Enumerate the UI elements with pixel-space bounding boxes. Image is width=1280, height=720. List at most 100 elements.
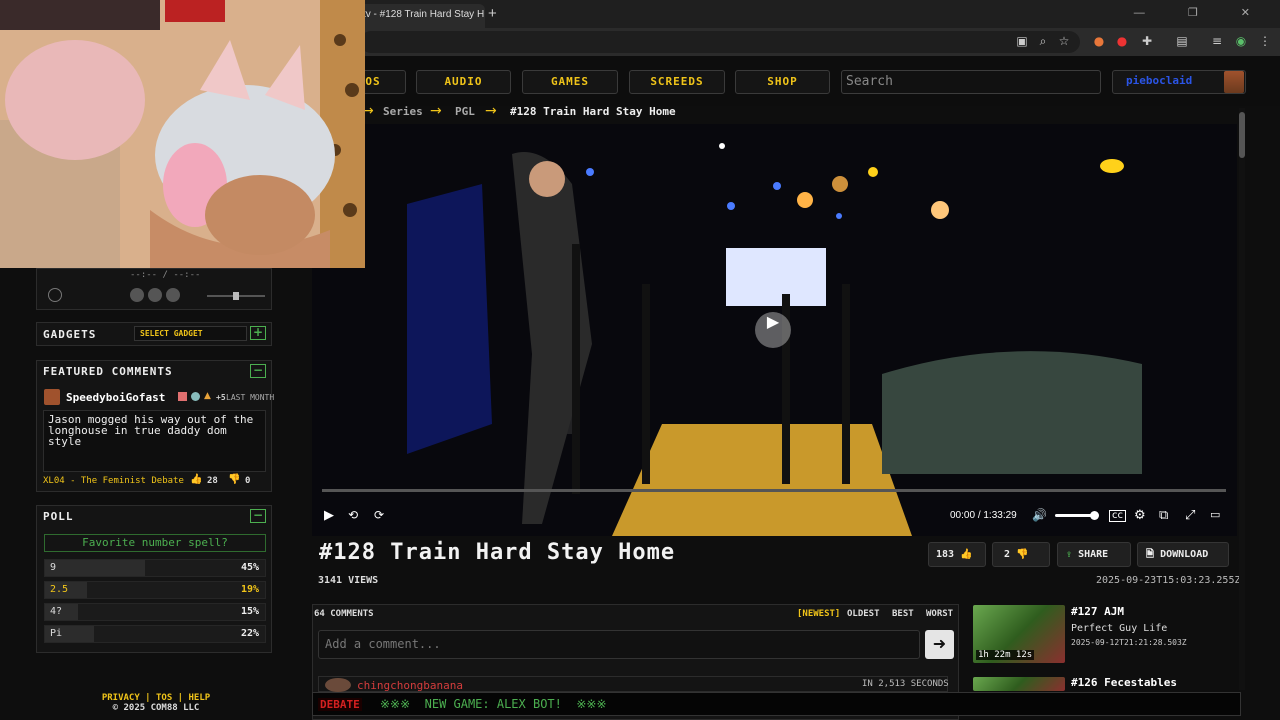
tab-title: tv - #128 Train Hard Stay H [363, 9, 485, 20]
breadcrumb-pgl[interactable]: PGL [455, 105, 475, 118]
nav-shop[interactable]: SHOP [735, 70, 830, 94]
fullscreen-icon[interactable]: ⤢ [1185, 508, 1195, 523]
comments-count: 64 COMMENTS [314, 609, 374, 619]
poll-option[interactable]: Pi 22% [44, 625, 266, 643]
time-separator: / [977, 510, 981, 521]
page-scrollbar[interactable] [1239, 108, 1245, 690]
footer-links[interactable]: PRIVACY | TOS | HELP [0, 693, 312, 703]
comment-author-avatar [44, 389, 60, 405]
sort-best[interactable]: BEST [892, 609, 914, 619]
comment-text: Jason mogged his way out of the longhous… [43, 410, 266, 472]
search-input[interactable]: Search [841, 70, 1101, 94]
breadcrumb-current: #128 Train Hard Stay Home [510, 105, 676, 118]
commenter-name[interactable]: chingchongbanana [357, 679, 463, 692]
breadcrumb-series[interactable]: Series [383, 105, 423, 118]
volume-icon[interactable]: 🔊 [1032, 508, 1047, 522]
sort-oldest[interactable]: OLDEST [847, 609, 880, 619]
author-badge-icon [178, 392, 187, 401]
related-duration: 1h 22m 12s [976, 650, 1035, 660]
bookmark-star-icon[interactable]: ☆ [1057, 34, 1071, 48]
poll-option-percent: 45% [240, 562, 259, 573]
collapse-featured-button[interactable]: − [250, 364, 266, 378]
related-subtitle: Perfect Guy Life [1071, 623, 1168, 634]
reading-list-icon[interactable]: ≡ [1210, 34, 1224, 48]
mini-prev-icon[interactable] [130, 288, 144, 302]
related-title[interactable]: #126 Fecestables [1071, 676, 1177, 689]
forward-10-icon[interactable]: ⟳ [374, 508, 384, 522]
screenshot-icon[interactable]: ▣ [1015, 34, 1029, 48]
poll-option[interactable]: 4? 15% [44, 603, 266, 621]
nav-screeds[interactable]: SCREEDS [629, 70, 725, 94]
download-label: DOWNLOAD [1160, 549, 1209, 560]
tab-search-icon[interactable]: ▤ [1175, 34, 1189, 48]
dislike-count: 2 [1004, 549, 1011, 560]
captions-icon[interactable]: cc [1109, 510, 1126, 522]
cast-icon[interactable]: ▭ [1210, 508, 1220, 521]
related-title[interactable]: #127 AJM [1071, 605, 1124, 618]
poll-option-bar [45, 560, 145, 576]
mini-volume-knob[interactable] [233, 292, 239, 300]
related-thumbnail[interactable] [973, 677, 1065, 691]
window-controls[interactable]: — ❐ ✕ [1134, 6, 1270, 19]
nav-games[interactable]: GAMES [522, 70, 618, 94]
comment-author[interactable]: SpeedyboiGofast [66, 391, 165, 404]
dislike-icon[interactable]: 👎 [228, 474, 240, 485]
mini-next-icon[interactable] [166, 288, 180, 302]
mini-play-icon[interactable] [148, 288, 162, 302]
ticker-tag: DEBATE [318, 698, 362, 711]
mini-player-settings-icon[interactable] [48, 288, 62, 302]
player-timecode: 00:00 / 1:33:29 [950, 510, 1017, 521]
play-icon[interactable]: ▶ [324, 508, 334, 523]
gadgets-title: GADGETS [43, 328, 97, 341]
extension-red-icon[interactable]: ● [1115, 34, 1129, 48]
gadget-select[interactable]: SELECT GADGET [134, 326, 247, 341]
send-comment-button[interactable]: ➜ [925, 630, 954, 659]
zoom-icon[interactable]: ⌕ [1036, 34, 1050, 48]
share-button[interactable]: ⇪ SHARE [1057, 542, 1131, 567]
mini-player-time: --:-- / --:-- [130, 270, 201, 280]
big-play-icon[interactable]: ▶ [755, 312, 791, 348]
featured-comments-title: FEATURED COMMENTS [43, 365, 173, 378]
author-badge-icon [191, 392, 200, 401]
settings-gear-icon[interactable]: ⚙ [1134, 508, 1146, 523]
comment-video-link[interactable]: XL04 - The Feminist Debate [43, 476, 184, 486]
poll-option-label: 2.5 [50, 584, 69, 595]
share-icon: ⇪ [1066, 549, 1073, 560]
extension-icon[interactable]: ● [1092, 34, 1106, 48]
rewind-10-icon[interactable]: ⟲ [348, 508, 358, 522]
collapse-poll-button[interactable]: − [250, 509, 266, 523]
download-button[interactable]: 🗎 DOWNLOAD [1137, 542, 1229, 567]
commenter-avatar [325, 678, 351, 692]
browser-menu-icon[interactable]: ⋮ [1258, 34, 1272, 48]
comment-input[interactable]: Add a comment... [318, 630, 920, 659]
username[interactable]: pieboclaid [1126, 74, 1192, 87]
add-gadget-button[interactable]: + [250, 326, 266, 340]
like-icon[interactable]: 👍 [190, 474, 202, 485]
sort-worst[interactable]: WORST [926, 609, 953, 619]
popout-icon[interactable]: ⧉ [1159, 508, 1168, 523]
extensions-puzzle-icon[interactable]: ✚ [1140, 34, 1154, 48]
poll-option-percent: 15% [240, 606, 259, 617]
poll-option-label: 9 [50, 562, 57, 573]
new-tab-button[interactable]: + [488, 5, 497, 22]
sort-newest[interactable]: [NEWEST] [797, 609, 840, 619]
address-bar[interactable] [360, 31, 1080, 53]
dislike-button[interactable]: 2 👎 [992, 542, 1050, 567]
comment-time: LAST MONTH [226, 393, 275, 402]
volume-knob[interactable] [1090, 511, 1099, 520]
user-avatar[interactable] [1224, 71, 1244, 93]
poll-option[interactable]: 9 45% [44, 559, 266, 577]
poll-question: Favorite number spell? [44, 534, 266, 552]
ticker-message: ※※※ NEW GAME: ALEX BOT! ※※※ [380, 697, 607, 711]
like-button[interactable]: 183 👍 [928, 542, 986, 567]
breadcrumb-arrow: → [485, 103, 497, 119]
duration: 1:33:29 [983, 510, 1017, 521]
webcam-overlay [0, 0, 365, 268]
nav-audio[interactable]: AUDIO [416, 70, 511, 94]
poll-option[interactable]: 2.5 19% [44, 581, 266, 599]
comment-likes: 28 [207, 476, 218, 486]
profile-icon[interactable]: ◉ [1234, 34, 1248, 48]
seek-bar[interactable] [322, 489, 1226, 492]
scrollbar-thumb[interactable] [1239, 112, 1245, 158]
browser-tab[interactable]: tv - #128 Train Hard Stay H [355, 4, 485, 28]
